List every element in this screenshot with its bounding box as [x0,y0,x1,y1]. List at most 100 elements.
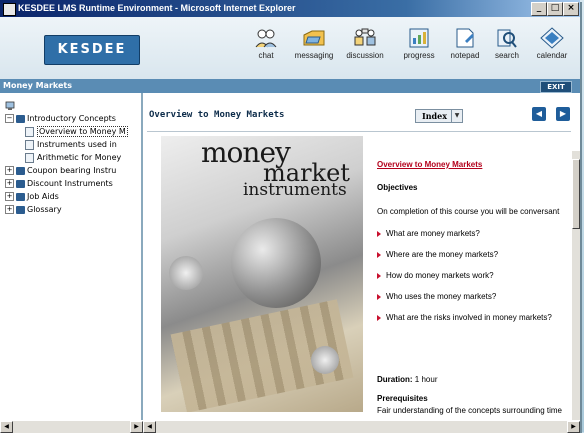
exit-button[interactable]: EXIT [540,81,572,93]
cover-title: money market instruments [201,138,350,200]
objective-text: Where are the money markets? [386,250,499,259]
section-title: Money Markets [3,81,72,90]
progress-icon [409,28,429,48]
course-cover-image: money market instruments [161,136,363,412]
tree-label: Glossary [27,205,62,214]
tree-item-arithmetic[interactable]: Arithmetic for Money [25,152,121,164]
page-icon [25,152,34,163]
bullet-icon [377,251,381,258]
duration-value: 1 hour [414,375,438,384]
tree-label: Job Aids [27,192,59,201]
scroll-left-arrow-icon[interactable]: ◀ [0,421,13,433]
search-icon [497,29,517,48]
scroll-right-arrow-icon[interactable]: ▶ [567,421,580,433]
lesson-heading: Overview to Money Markets [377,160,483,169]
nav-label: calendar [536,51,568,60]
content-horizontal-scrollbar[interactable]: ◀ ▶ [143,420,580,433]
prerequisites-label: Prerequisites [377,394,428,403]
scroll-thumb[interactable] [572,159,580,229]
kesdee-logo: KESDEE [44,35,140,65]
coin-graphic [169,256,203,290]
bullet-icon [377,293,381,300]
book-icon [16,192,25,201]
coin-graphic [311,346,339,374]
objective-text: How do money markets work? [386,271,494,280]
objectives-label: Objectives [377,183,418,192]
minimize-button[interactable]: _ [531,2,547,16]
objective-text: What are the risks involved in money mar… [386,313,552,322]
divider [147,131,571,132]
tree-label: Coupon bearing Instru [27,166,117,175]
close-button[interactable]: × [563,2,579,16]
expand-toggle[interactable]: + [5,166,14,175]
nav-discussion[interactable]: discussion [337,23,393,77]
title-bar: KESDEE LMS Runtime Environment - Microso… [0,0,580,17]
expand-toggle[interactable]: + [5,179,14,188]
objective-item: Who uses the money markets? [377,292,496,301]
lesson-title: Overview to Money Markets [149,110,285,120]
discussion-icon [354,28,376,46]
tree-label: Overview to Money M [37,126,128,137]
content-vertical-scrollbar[interactable] [572,151,580,420]
maximize-button[interactable]: □ [547,2,563,16]
globe-graphic [231,218,321,308]
book-icon [16,166,25,175]
scroll-left-arrow-icon[interactable]: ◀ [143,421,156,433]
tree-label: Introductory Concepts [27,114,116,123]
tree-label: Discount Instruments [27,179,113,188]
expand-toggle[interactable]: + [5,205,14,214]
computer-icon [5,101,15,110]
tree-item-overview[interactable]: Overview to Money M [25,126,128,138]
bullet-icon [377,230,381,237]
tree-item-discount[interactable]: + Discount Instruments [5,178,113,190]
objective-text: What are money markets? [386,229,480,238]
book-icon [16,205,25,214]
tree-item-glossary[interactable]: + Glossary [5,204,62,216]
objective-text: Who uses the money markets? [386,292,497,301]
tree-item-introductory-concepts[interactable]: − Introductory Concepts [5,113,116,125]
objective-item: Where are the money markets? [377,250,498,259]
chevron-down-icon: ▼ [451,110,462,122]
nav-calendar[interactable]: calendar [524,23,580,77]
window-title: KESDEE LMS Runtime Environment - Microso… [18,3,296,13]
objectives-intro: On completion of this course you will be… [377,207,560,216]
expand-toggle[interactable]: + [5,192,14,201]
calendar-icon [540,27,564,49]
browser-window: KESDEE LMS Runtime Environment - Microso… [0,0,580,433]
tree-item-instruments[interactable]: Instruments used in [25,139,117,151]
tree-label: Instruments used in [37,140,117,149]
bullet-icon [377,272,381,279]
scroll-right-arrow-icon[interactable]: ▶ [130,421,143,433]
page-icon [25,139,34,150]
page-icon [25,126,34,137]
previous-page-button[interactable]: ◀ [532,107,546,121]
index-label: Index [422,111,448,121]
tree-item-job-aids[interactable]: + Job Aids [5,191,59,203]
nav-label: discussion [346,51,384,60]
chat-icon [255,29,277,48]
book-icon [16,179,25,188]
collapse-toggle[interactable]: − [5,114,14,123]
lesson-content: Overview to Money Markets Index ▼ ◀ ▶ mo… [143,93,580,420]
open-book-icon [16,114,25,123]
next-page-button[interactable]: ▶ [556,107,570,121]
bullet-icon [377,314,381,321]
messaging-icon [303,30,325,46]
cover-title-line: instruments [243,179,347,200]
objective-item: What are money markets? [377,229,480,238]
app-header: KESDEE chat messaging discussion progres… [0,17,580,79]
course-tree-panel: − Introductory Concepts Overview to Money… [0,93,143,420]
duration: Duration: 1 hour [377,375,437,384]
nav-label: messaging [294,51,334,60]
sidebar-horizontal-scrollbar[interactable]: ◀ ▶ [0,420,143,433]
duration-label: Duration: [377,375,413,384]
objective-item: What are the risks involved in money mar… [377,313,552,322]
tree-label: Arithmetic for Money [37,153,122,162]
objective-item: How do money markets work? [377,271,494,280]
index-dropdown[interactable]: Index ▼ [415,109,463,123]
nav-messaging[interactable]: messaging [286,23,342,77]
ie-icon [3,3,16,16]
tree-item-coupon-bearing[interactable]: + Coupon bearing Instru [5,165,116,177]
prerequisites-text: Fair understanding of the concepts surro… [377,406,562,415]
notepad-icon [456,28,474,48]
